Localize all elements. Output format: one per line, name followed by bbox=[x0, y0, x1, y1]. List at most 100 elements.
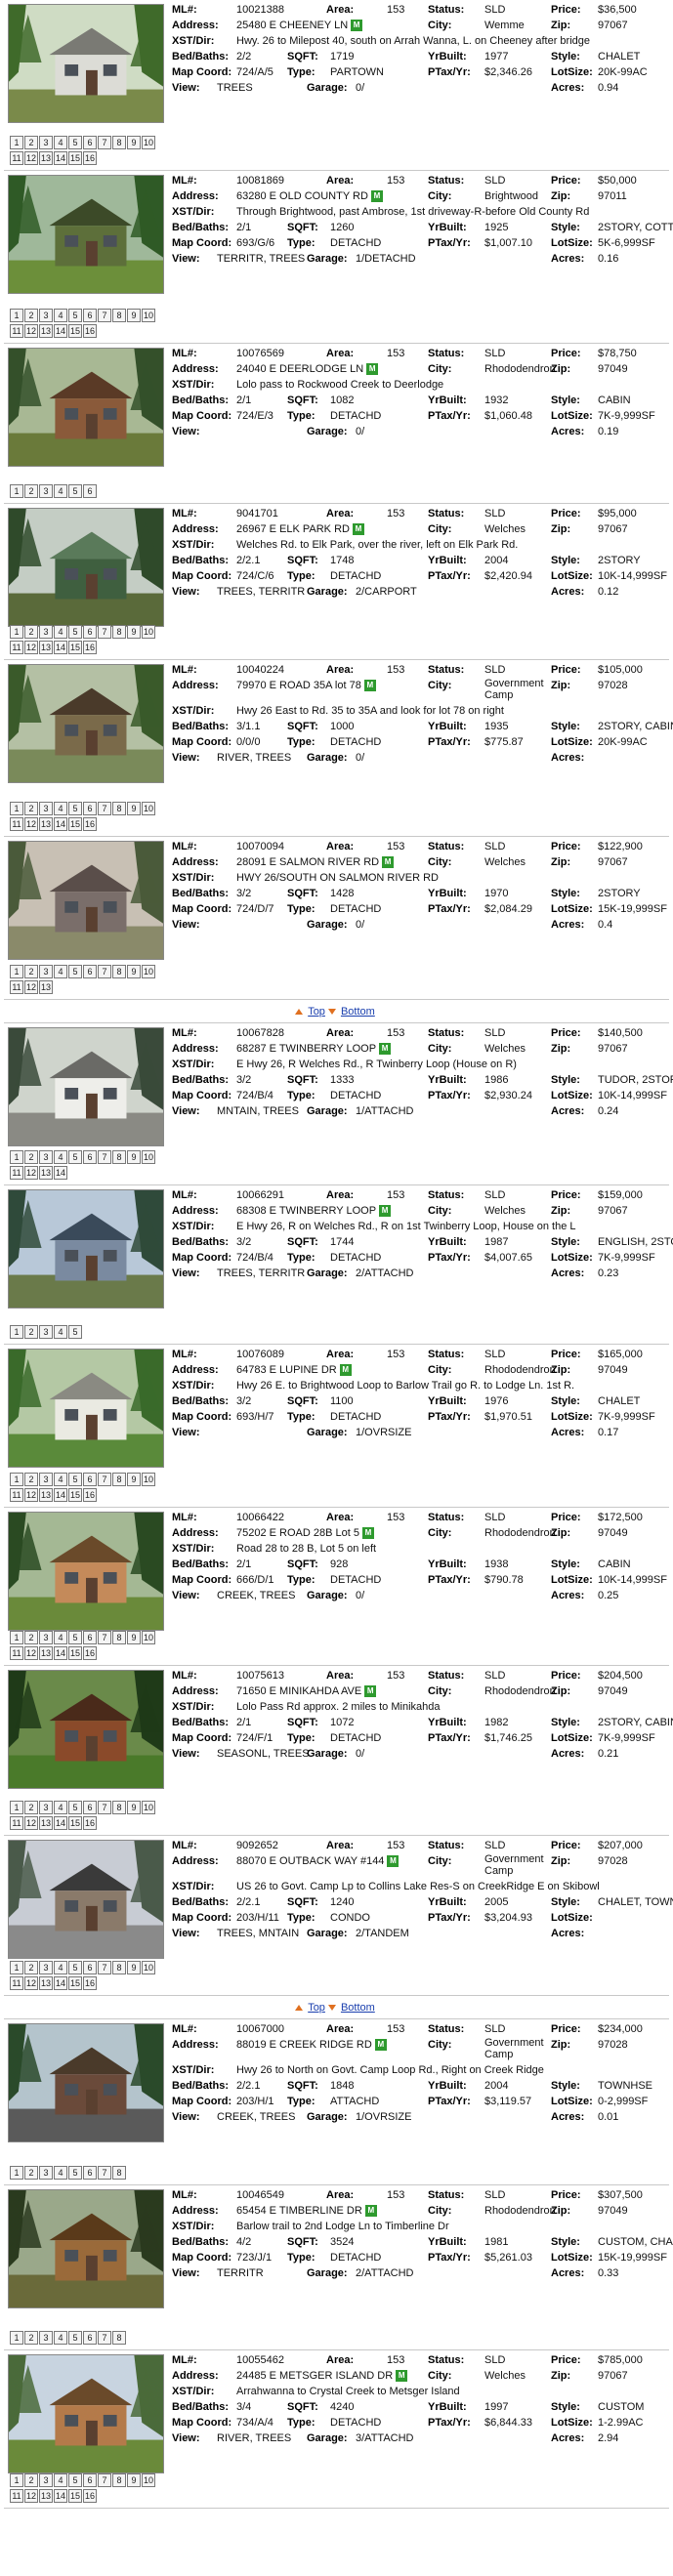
photo-thumb-button[interactable]: 1 bbox=[10, 1801, 23, 1814]
photo-thumb-button[interactable]: 14 bbox=[54, 641, 67, 654]
photo-thumb-button[interactable]: 11 bbox=[10, 1646, 23, 1660]
photo-thumb-button[interactable]: 14 bbox=[54, 1488, 67, 1502]
listing-photo[interactable] bbox=[8, 2354, 164, 2473]
map-link-icon[interactable]: M bbox=[374, 2039, 387, 2052]
photo-thumb-button[interactable]: 14 bbox=[54, 2489, 67, 2503]
photo-thumb-button[interactable]: 12 bbox=[24, 641, 38, 654]
photo-thumb-button[interactable]: 1 bbox=[10, 484, 23, 498]
photo-thumb-button[interactable]: 11 bbox=[10, 151, 23, 165]
photo-thumb-button[interactable]: 12 bbox=[24, 1488, 38, 1502]
photo-thumb-button[interactable]: 6 bbox=[83, 802, 97, 815]
photo-thumb-button[interactable]: 4 bbox=[54, 1150, 67, 1164]
photo-thumb-button[interactable]: 2 bbox=[24, 484, 38, 498]
address-value[interactable]: 28091 E SALMON RIVER RD M bbox=[236, 854, 395, 870]
photo-thumb-button[interactable]: 13 bbox=[39, 1646, 53, 1660]
photo-thumb-button[interactable]: 14 bbox=[54, 1646, 67, 1660]
photo-thumb-button[interactable]: 2 bbox=[24, 625, 38, 639]
photo-thumb-button[interactable]: 4 bbox=[54, 1631, 67, 1644]
photo-thumb-button[interactable]: 11 bbox=[10, 1166, 23, 1180]
photo-thumb-button[interactable]: 14 bbox=[54, 324, 67, 338]
photo-thumb-button[interactable]: 7 bbox=[98, 2473, 111, 2487]
photo-thumb-button[interactable]: 8 bbox=[112, 1961, 126, 1974]
map-link-icon[interactable]: M bbox=[379, 1205, 392, 1218]
photo-thumb-button[interactable]: 3 bbox=[39, 2473, 53, 2487]
photo-thumb-button[interactable]: 13 bbox=[39, 980, 53, 994]
map-link-icon[interactable]: M bbox=[352, 523, 364, 536]
photo-thumb-button[interactable]: 11 bbox=[10, 1976, 23, 1990]
photo-thumb-button[interactable]: 13 bbox=[39, 151, 53, 165]
photo-thumb-button[interactable]: 6 bbox=[83, 1150, 97, 1164]
address-value[interactable]: 63280 E OLD COUNTY RD M bbox=[236, 188, 383, 204]
photo-thumb-button[interactable]: 15 bbox=[68, 1646, 82, 1660]
map-link-icon[interactable]: M bbox=[361, 1527, 374, 1540]
photo-thumb-button[interactable]: 2 bbox=[24, 1473, 38, 1486]
photo-thumb-button[interactable]: 9 bbox=[127, 1961, 141, 1974]
photo-thumb-button[interactable]: 9 bbox=[127, 1150, 141, 1164]
photo-thumb-button[interactable]: 6 bbox=[83, 309, 97, 322]
photo-thumb-button[interactable]: 13 bbox=[39, 324, 53, 338]
photo-thumb-button[interactable]: 7 bbox=[98, 1801, 111, 1814]
address-value[interactable]: 25480 E CHEENEY LN M bbox=[236, 18, 363, 33]
listing-photo[interactable] bbox=[8, 2023, 164, 2142]
photo-thumb-button[interactable]: 5 bbox=[68, 625, 82, 639]
photo-thumb-button[interactable]: 4 bbox=[54, 1961, 67, 1974]
photo-thumb-button[interactable]: 4 bbox=[54, 625, 67, 639]
photo-thumb-button[interactable]: 10 bbox=[142, 1801, 155, 1814]
photo-thumb-button[interactable]: 13 bbox=[39, 1166, 53, 1180]
photo-thumb-button[interactable]: 2 bbox=[24, 2473, 38, 2487]
photo-thumb-button[interactable]: 8 bbox=[112, 309, 126, 322]
photo-thumb-button[interactable]: 16 bbox=[83, 1816, 97, 1830]
address-value[interactable]: 24040 E DEERLODGE LN M bbox=[236, 361, 379, 377]
photo-thumb-button[interactable]: 15 bbox=[68, 1976, 82, 1990]
listing-photo[interactable] bbox=[8, 1189, 164, 1309]
photo-thumb-button[interactable]: 3 bbox=[39, 625, 53, 639]
photo-thumb-button[interactable]: 12 bbox=[24, 1166, 38, 1180]
address-value[interactable]: 68308 E TWINBERRY LOOP M bbox=[236, 1203, 392, 1219]
top-link[interactable]: Top bbox=[308, 2002, 325, 2014]
photo-thumb-button[interactable]: 4 bbox=[54, 2166, 67, 2180]
photo-thumb-button[interactable]: 4 bbox=[54, 309, 67, 322]
photo-thumb-button[interactable]: 10 bbox=[142, 802, 155, 815]
photo-thumb-button[interactable]: 10 bbox=[142, 1473, 155, 1486]
listing-photo[interactable] bbox=[8, 1027, 164, 1146]
photo-thumb-button[interactable]: 12 bbox=[24, 2489, 38, 2503]
photo-thumb-button[interactable]: 8 bbox=[112, 1473, 126, 1486]
photo-thumb-button[interactable]: 1 bbox=[10, 2166, 23, 2180]
photo-thumb-button[interactable]: 5 bbox=[68, 802, 82, 815]
map-link-icon[interactable]: M bbox=[339, 1364, 352, 1377]
photo-thumb-button[interactable]: 11 bbox=[10, 641, 23, 654]
photo-thumb-button[interactable]: 5 bbox=[68, 1325, 82, 1339]
address-value[interactable]: 71650 E MINIKAHDA AVE M bbox=[236, 1683, 377, 1699]
photo-thumb-button[interactable]: 1 bbox=[10, 1961, 23, 1974]
listing-photo[interactable] bbox=[8, 348, 164, 467]
map-link-icon[interactable]: M bbox=[396, 2370, 408, 2383]
photo-thumb-button[interactable]: 15 bbox=[68, 817, 82, 831]
photo-thumb-button[interactable]: 7 bbox=[98, 309, 111, 322]
photo-thumb-button[interactable]: 4 bbox=[54, 1325, 67, 1339]
listing-photo[interactable] bbox=[8, 664, 164, 783]
photo-thumb-button[interactable]: 6 bbox=[83, 2166, 97, 2180]
photo-thumb-button[interactable]: 7 bbox=[98, 1631, 111, 1644]
listing-photo[interactable] bbox=[8, 841, 164, 960]
photo-thumb-button[interactable]: 5 bbox=[68, 2166, 82, 2180]
photo-thumb-button[interactable]: 13 bbox=[39, 641, 53, 654]
photo-thumb-button[interactable]: 2 bbox=[24, 1325, 38, 1339]
photo-thumb-button[interactable]: 10 bbox=[142, 1631, 155, 1644]
photo-thumb-button[interactable]: 1 bbox=[10, 965, 23, 978]
photo-thumb-button[interactable]: 13 bbox=[39, 2489, 53, 2503]
photo-thumb-button[interactable]: 1 bbox=[10, 2473, 23, 2487]
photo-thumb-button[interactable]: 8 bbox=[112, 802, 126, 815]
map-link-icon[interactable]: M bbox=[387, 1855, 400, 1868]
photo-thumb-button[interactable]: 5 bbox=[68, 1150, 82, 1164]
photo-thumb-button[interactable]: 11 bbox=[10, 324, 23, 338]
photo-thumb-button[interactable]: 3 bbox=[39, 1961, 53, 1974]
photo-thumb-button[interactable]: 5 bbox=[68, 2331, 82, 2345]
photo-thumb-button[interactable]: 6 bbox=[83, 136, 97, 149]
photo-thumb-button[interactable]: 10 bbox=[142, 1961, 155, 1974]
photo-thumb-button[interactable]: 14 bbox=[54, 1976, 67, 1990]
photo-thumb-button[interactable]: 7 bbox=[98, 802, 111, 815]
photo-thumb-button[interactable]: 3 bbox=[39, 1473, 53, 1486]
photo-thumb-button[interactable]: 9 bbox=[127, 309, 141, 322]
photo-thumb-button[interactable]: 2 bbox=[24, 136, 38, 149]
address-value[interactable]: 79970 E ROAD 35A lot 78 M bbox=[236, 678, 376, 693]
